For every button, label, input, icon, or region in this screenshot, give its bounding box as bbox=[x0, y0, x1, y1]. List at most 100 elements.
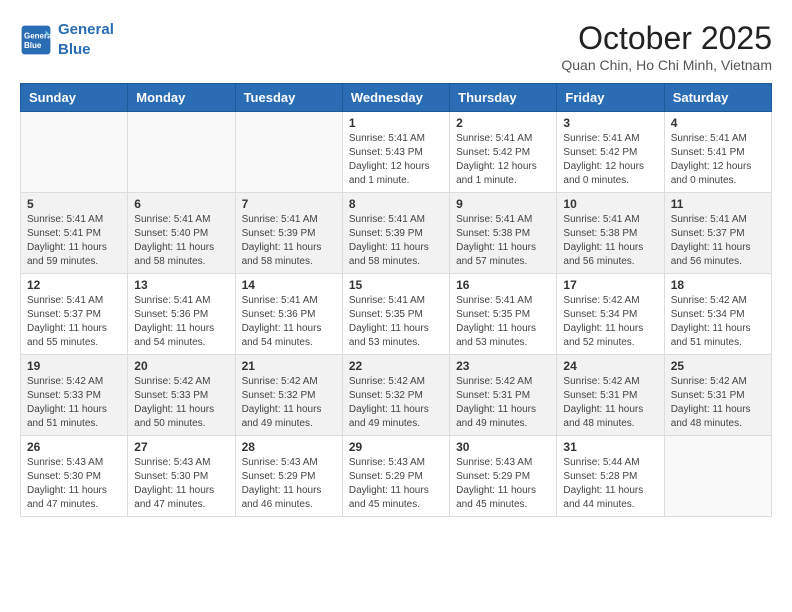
day-info: Sunrise: 5:42 AM Sunset: 5:32 PM Dayligh… bbox=[242, 375, 336, 431]
day-number: 26 bbox=[27, 440, 121, 454]
calendar-cell: 24 Sunrise: 5:42 AM Sunset: 5:31 PM Dayli… bbox=[557, 355, 664, 436]
day-info: Sunrise: 5:41 AM Sunset: 5:42 PM Dayligh… bbox=[456, 132, 550, 188]
day-number: 12 bbox=[27, 278, 121, 292]
col-header-monday: Monday bbox=[128, 84, 235, 112]
day-info: Sunrise: 5:43 AM Sunset: 5:29 PM Dayligh… bbox=[349, 456, 443, 512]
day-info: Sunrise: 5:43 AM Sunset: 5:29 PM Dayligh… bbox=[456, 456, 550, 512]
day-info: Sunrise: 5:41 AM Sunset: 5:36 PM Dayligh… bbox=[242, 294, 336, 350]
day-number: 14 bbox=[242, 278, 336, 292]
day-number: 23 bbox=[456, 359, 550, 373]
calendar-cell: 12 Sunrise: 5:41 AM Sunset: 5:37 PM Dayli… bbox=[21, 274, 128, 355]
day-number: 6 bbox=[134, 197, 228, 211]
day-number: 20 bbox=[134, 359, 228, 373]
logo-text: General Blue bbox=[58, 20, 114, 59]
logo-icon: General Blue bbox=[20, 24, 52, 56]
calendar-cell: 22 Sunrise: 5:42 AM Sunset: 5:32 PM Dayli… bbox=[342, 355, 449, 436]
day-info: Sunrise: 5:41 AM Sunset: 5:35 PM Dayligh… bbox=[456, 294, 550, 350]
day-number: 31 bbox=[563, 440, 657, 454]
calendar-cell: 13 Sunrise: 5:41 AM Sunset: 5:36 PM Dayli… bbox=[128, 274, 235, 355]
col-header-saturday: Saturday bbox=[664, 84, 771, 112]
day-info: Sunrise: 5:42 AM Sunset: 5:33 PM Dayligh… bbox=[134, 375, 228, 431]
day-number: 13 bbox=[134, 278, 228, 292]
day-number: 8 bbox=[349, 197, 443, 211]
day-info: Sunrise: 5:42 AM Sunset: 5:31 PM Dayligh… bbox=[671, 375, 765, 431]
col-header-thursday: Thursday bbox=[450, 84, 557, 112]
calendar-cell: 1 Sunrise: 5:41 AM Sunset: 5:43 PM Daylig… bbox=[342, 112, 449, 193]
calendar-cell: 4Sunrise: 5:41 AM Sunset: 5:41 PM Daylig… bbox=[664, 112, 771, 193]
week-row-3: 12 Sunrise: 5:41 AM Sunset: 5:37 PM Dayli… bbox=[21, 274, 772, 355]
day-info: Sunrise: 5:43 AM Sunset: 5:30 PM Dayligh… bbox=[134, 456, 228, 512]
calendar-cell: 26 Sunrise: 5:43 AM Sunset: 5:30 PM Dayli… bbox=[21, 436, 128, 517]
day-info: Sunrise: 5:41 AM Sunset: 5:37 PM Dayligh… bbox=[671, 213, 765, 269]
calendar-cell: 15 Sunrise: 5:41 AM Sunset: 5:35 PM Dayli… bbox=[342, 274, 449, 355]
calendar-cell: 29 Sunrise: 5:43 AM Sunset: 5:29 PM Dayli… bbox=[342, 436, 449, 517]
day-info: Sunrise: 5:41 AM Sunset: 5:38 PM Dayligh… bbox=[563, 213, 657, 269]
main-title: October 2025 bbox=[561, 20, 772, 57]
day-number: 30 bbox=[456, 440, 550, 454]
day-info: Sunrise: 5:41 AM Sunset: 5:38 PM Dayligh… bbox=[456, 213, 550, 269]
header: General Blue General Blue October 2025 Q… bbox=[20, 20, 772, 73]
day-info: Sunrise: 5:42 AM Sunset: 5:32 PM Dayligh… bbox=[349, 375, 443, 431]
calendar-cell bbox=[21, 112, 128, 193]
day-number: 11 bbox=[671, 197, 765, 211]
day-number: 15 bbox=[349, 278, 443, 292]
calendar-cell: 5Sunrise: 5:41 AM Sunset: 5:41 PM Daylig… bbox=[21, 193, 128, 274]
calendar-cell: 9 Sunrise: 5:41 AM Sunset: 5:38 PM Daylig… bbox=[450, 193, 557, 274]
calendar-cell: 30 Sunrise: 5:43 AM Sunset: 5:29 PM Dayli… bbox=[450, 436, 557, 517]
calendar-cell: 2 Sunrise: 5:41 AM Sunset: 5:42 PM Daylig… bbox=[450, 112, 557, 193]
col-header-tuesday: Tuesday bbox=[235, 84, 342, 112]
day-number: 18 bbox=[671, 278, 765, 292]
day-info: Sunrise: 5:42 AM Sunset: 5:31 PM Dayligh… bbox=[456, 375, 550, 431]
calendar-cell: 3Sunrise: 5:41 AM Sunset: 5:42 PM Daylig… bbox=[557, 112, 664, 193]
calendar-cell bbox=[664, 436, 771, 517]
col-header-wednesday: Wednesday bbox=[342, 84, 449, 112]
day-info: Sunrise: 5:41 AM Sunset: 5:43 PM Dayligh… bbox=[349, 132, 443, 188]
day-info: Sunrise: 5:41 AM Sunset: 5:35 PM Dayligh… bbox=[349, 294, 443, 350]
day-info: Sunrise: 5:42 AM Sunset: 5:34 PM Dayligh… bbox=[671, 294, 765, 350]
day-number: 27 bbox=[134, 440, 228, 454]
day-number: 28 bbox=[242, 440, 336, 454]
day-number: 1 bbox=[349, 116, 443, 130]
calendar-cell: 19Sunrise: 5:42 AM Sunset: 5:33 PM Dayli… bbox=[21, 355, 128, 436]
day-number: 22 bbox=[349, 359, 443, 373]
calendar-cell: 10 Sunrise: 5:41 AM Sunset: 5:38 PM Dayli… bbox=[557, 193, 664, 274]
day-info: Sunrise: 5:41 AM Sunset: 5:37 PM Dayligh… bbox=[27, 294, 121, 350]
subtitle: Quan Chin, Ho Chi Minh, Vietnam bbox=[561, 57, 772, 73]
calendar-cell: 18 Sunrise: 5:42 AM Sunset: 5:34 PM Dayli… bbox=[664, 274, 771, 355]
day-number: 21 bbox=[242, 359, 336, 373]
day-number: 7 bbox=[242, 197, 336, 211]
day-number: 17 bbox=[563, 278, 657, 292]
day-number: 29 bbox=[349, 440, 443, 454]
day-info: Sunrise: 5:41 AM Sunset: 5:36 PM Dayligh… bbox=[134, 294, 228, 350]
day-number: 2 bbox=[456, 116, 550, 130]
day-info: Sunrise: 5:42 AM Sunset: 5:31 PM Dayligh… bbox=[563, 375, 657, 431]
day-info: Sunrise: 5:41 AM Sunset: 5:39 PM Dayligh… bbox=[349, 213, 443, 269]
calendar-cell: 27 Sunrise: 5:43 AM Sunset: 5:30 PM Dayli… bbox=[128, 436, 235, 517]
col-header-friday: Friday bbox=[557, 84, 664, 112]
calendar-cell: 31 Sunrise: 5:44 AM Sunset: 5:28 PM Dayli… bbox=[557, 436, 664, 517]
calendar-cell: 7Sunrise: 5:41 AM Sunset: 5:39 PM Daylig… bbox=[235, 193, 342, 274]
calendar: SundayMondayTuesdayWednesdayThursdayFrid… bbox=[20, 83, 772, 517]
day-info: Sunrise: 5:44 AM Sunset: 5:28 PM Dayligh… bbox=[563, 456, 657, 512]
day-number: 24 bbox=[563, 359, 657, 373]
calendar-cell bbox=[235, 112, 342, 193]
title-area: October 2025 Quan Chin, Ho Chi Minh, Vie… bbox=[561, 20, 772, 73]
day-number: 10 bbox=[563, 197, 657, 211]
day-info: Sunrise: 5:43 AM Sunset: 5:30 PM Dayligh… bbox=[27, 456, 121, 512]
week-row-4: 19 Sunrise: 5:42 AM Sunset: 5:33 PM Dayli… bbox=[21, 355, 772, 436]
day-info: Sunrise: 5:41 AM Sunset: 5:42 PM Dayligh… bbox=[563, 132, 657, 188]
col-header-sunday: Sunday bbox=[21, 84, 128, 112]
week-row-5: 26 Sunrise: 5:43 AM Sunset: 5:30 PM Dayli… bbox=[21, 436, 772, 517]
logo: General Blue General Blue bbox=[20, 20, 114, 59]
calendar-cell: 20 Sunrise: 5:42 AM Sunset: 5:33 PM Dayli… bbox=[128, 355, 235, 436]
day-number: 9 bbox=[456, 197, 550, 211]
calendar-cell: 21 Sunrise: 5:42 AM Sunset: 5:32 PM Dayli… bbox=[235, 355, 342, 436]
day-number: 19 bbox=[27, 359, 121, 373]
calendar-cell: 16Sunrise: 5:41 AM Sunset: 5:35 PM Dayli… bbox=[450, 274, 557, 355]
calendar-cell: 28Sunrise: 5:43 AM Sunset: 5:29 PM Dayli… bbox=[235, 436, 342, 517]
calendar-cell: 14 Sunrise: 5:41 AM Sunset: 5:36 PM Dayli… bbox=[235, 274, 342, 355]
week-row-2: 5Sunrise: 5:41 AM Sunset: 5:41 PM Daylig… bbox=[21, 193, 772, 274]
day-number: 4 bbox=[671, 116, 765, 130]
week-row-1: 1 Sunrise: 5:41 AM Sunset: 5:43 PM Daylig… bbox=[21, 112, 772, 193]
day-info: Sunrise: 5:42 AM Sunset: 5:34 PM Dayligh… bbox=[563, 294, 657, 350]
